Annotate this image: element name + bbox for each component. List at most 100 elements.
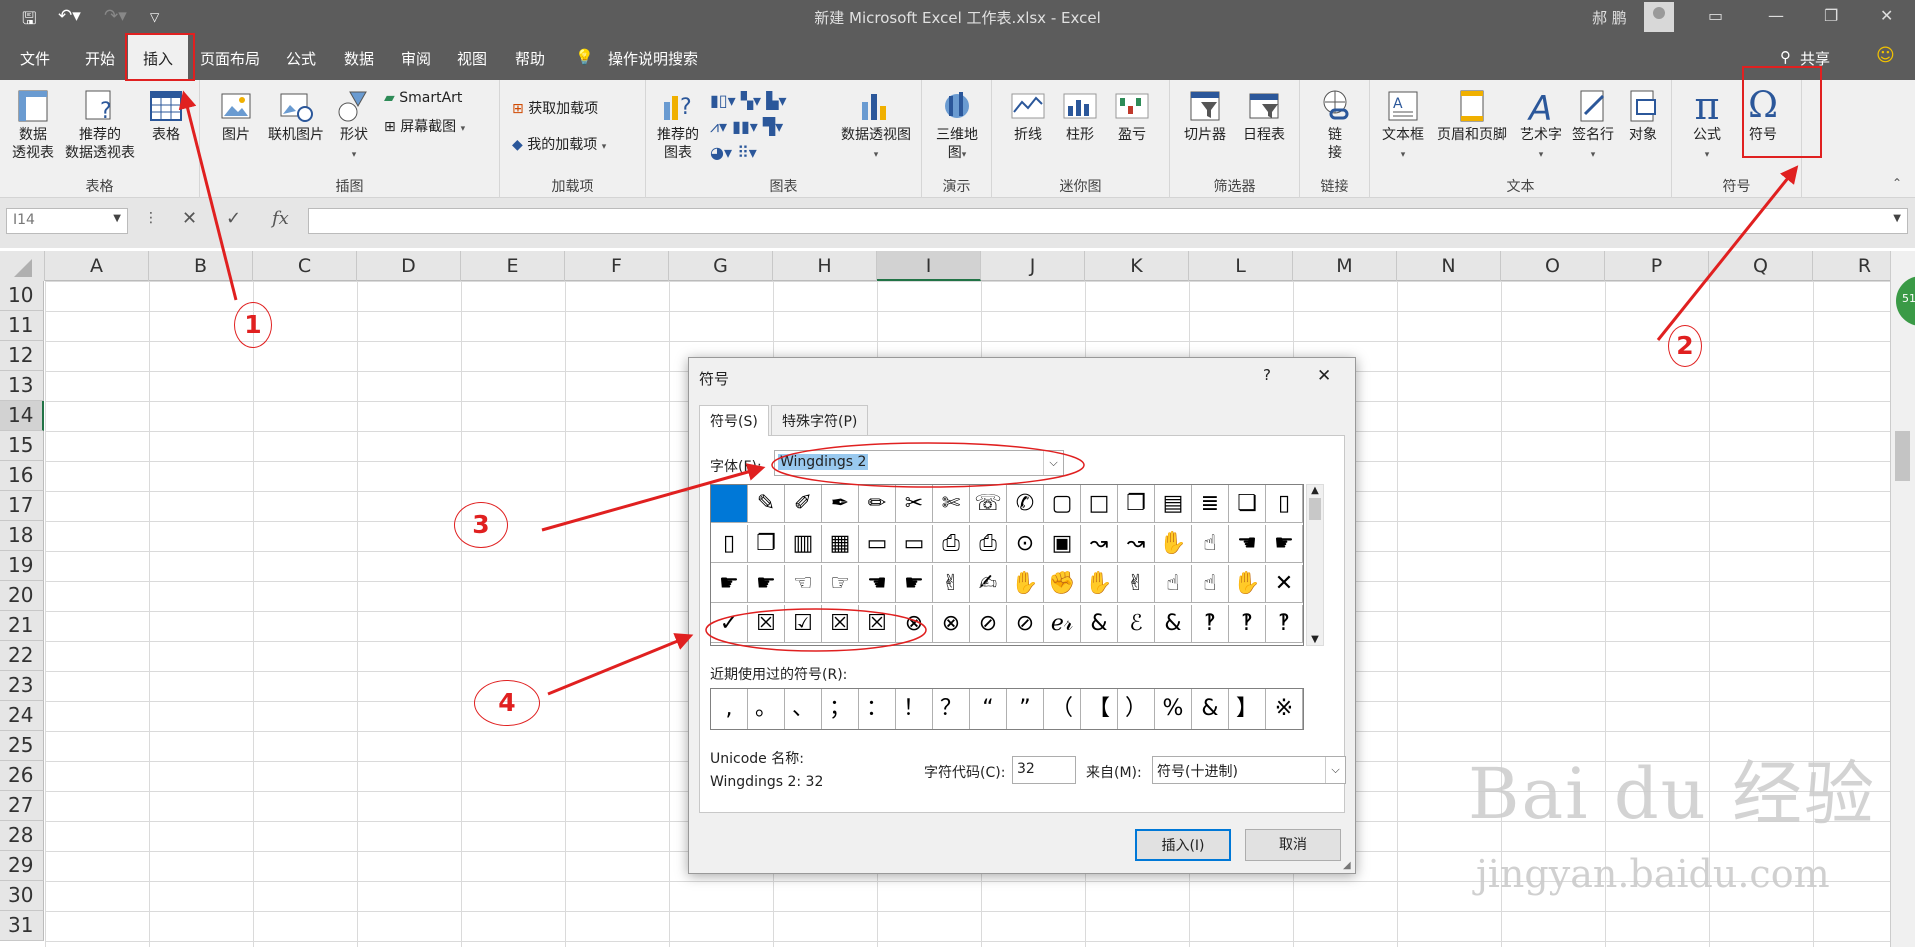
char-code-input[interactable]: 32 bbox=[1012, 756, 1076, 784]
get-addins-button[interactable]: ⊞ 获取加载项 bbox=[512, 98, 598, 118]
header-footer-button[interactable]: 页眉和页脚 bbox=[1430, 88, 1514, 144]
insert-function-icon[interactable]: fx bbox=[272, 208, 289, 229]
sparkline-winloss-button[interactable]: 盈亏 bbox=[1112, 88, 1152, 144]
symbol-cell[interactable]: ⎙ bbox=[933, 525, 970, 563]
symbol-cell[interactable]: ↝ bbox=[1118, 525, 1155, 563]
tab-symbols[interactable]: 符号(S) bbox=[699, 405, 769, 436]
row-header-20[interactable]: 20 bbox=[0, 581, 44, 611]
symbol-cell[interactable]: ▭ bbox=[896, 525, 933, 563]
column-header-O[interactable]: O bbox=[1501, 251, 1605, 281]
symbol-cell[interactable]: ☚ bbox=[859, 565, 896, 603]
slicer-button[interactable]: 切片器 bbox=[1180, 88, 1230, 144]
row-header-23[interactable]: 23 bbox=[0, 671, 44, 701]
tab-view[interactable]: 视图 bbox=[457, 48, 487, 69]
close-window-icon[interactable]: ✕ bbox=[1880, 6, 1893, 25]
scroll-thumb[interactable] bbox=[1895, 431, 1910, 481]
row-header-19[interactable]: 19 bbox=[0, 551, 44, 581]
symbol-cell[interactable]: ✎ bbox=[748, 485, 785, 523]
tab-help[interactable]: 帮助 bbox=[515, 48, 545, 69]
select-all-corner[interactable] bbox=[0, 251, 45, 281]
column-header-C[interactable]: C bbox=[253, 251, 357, 281]
symbol-cell[interactable]: ✋ bbox=[1229, 565, 1266, 603]
sparkline-line-button[interactable]: 折线 bbox=[1008, 88, 1048, 144]
restore-icon[interactable]: ❐ bbox=[1824, 6, 1838, 25]
tab-formulas[interactable]: 公式 bbox=[286, 48, 316, 69]
symbol-cell[interactable]: ⊘ bbox=[1007, 605, 1044, 643]
tab-file[interactable]: 文件 bbox=[20, 48, 50, 69]
symbol-cell[interactable]: ‽ bbox=[1229, 605, 1266, 643]
row-header-27[interactable]: 27 bbox=[0, 791, 44, 821]
symbol-cell[interactable]: ✌ bbox=[933, 565, 970, 603]
row-header-22[interactable]: 22 bbox=[0, 641, 44, 671]
pivot-chart-button[interactable]: 数据透视图 ▾ bbox=[836, 88, 916, 164]
symbol-cell[interactable]: ❏ bbox=[1229, 485, 1266, 523]
symbol-cell[interactable]: ☒ bbox=[748, 605, 785, 643]
symbol-cell[interactable]: ☛ bbox=[748, 565, 785, 603]
column-header-H[interactable]: H bbox=[773, 251, 877, 281]
name-box[interactable]: I14 ▼ bbox=[6, 208, 128, 234]
smartart-button[interactable]: ▰ SmartArt bbox=[384, 90, 462, 106]
symbol-cell[interactable]: ▯ bbox=[1266, 485, 1303, 523]
symbol-cell[interactable]: ❐ bbox=[748, 525, 785, 563]
column-header-P[interactable]: P bbox=[1605, 251, 1709, 281]
pivot-table-button[interactable]: 数据 透视表 bbox=[6, 88, 60, 162]
symbol-cell[interactable]: ✍ bbox=[970, 565, 1007, 603]
symbol-cell[interactable]: ▭ bbox=[859, 525, 896, 563]
symbol-cell[interactable]: ⎙ bbox=[970, 525, 1007, 563]
tell-me-search[interactable]: 操作说明搜索 bbox=[608, 48, 698, 69]
object-button[interactable]: 对象 bbox=[1622, 88, 1664, 144]
tab-review[interactable]: 审阅 bbox=[401, 48, 431, 69]
vertical-scrollbar[interactable] bbox=[1890, 251, 1915, 947]
shapes-button[interactable]: 形状 ▾ bbox=[332, 88, 376, 164]
column-header-E[interactable]: E bbox=[461, 251, 565, 281]
symbol-grid-scrollbar[interactable]: ▲ ▼ bbox=[1306, 484, 1324, 646]
column-header-L[interactable]: L bbox=[1189, 251, 1293, 281]
row-header-30[interactable]: 30 bbox=[0, 881, 44, 911]
row-header-21[interactable]: 21 bbox=[0, 611, 44, 641]
symbol-scroll-thumb[interactable] bbox=[1309, 498, 1321, 520]
recent-symbol-cell[interactable]: 。 bbox=[748, 689, 785, 729]
row-header-14[interactable]: 14 bbox=[0, 401, 44, 431]
row-header-10[interactable]: 10 bbox=[0, 281, 44, 311]
tab-data[interactable]: 数据 bbox=[344, 48, 374, 69]
cancel-entry-icon[interactable]: ✕ bbox=[182, 208, 197, 229]
symbol-cell[interactable]: ℯ𝓇 bbox=[1044, 605, 1081, 643]
symbol-cell[interactable]: ☏ bbox=[970, 485, 1007, 523]
column-header-M[interactable]: M bbox=[1293, 251, 1397, 281]
ribbon-display-icon[interactable]: ▭ bbox=[1708, 6, 1723, 25]
from-select[interactable]: 符号(十进制) ⌵ bbox=[1152, 756, 1346, 784]
enter-icon[interactable]: ✓ bbox=[226, 208, 241, 229]
my-addins-button[interactable]: ◆ 我的加载项 ▾ bbox=[512, 134, 606, 154]
recent-symbol-cell[interactable]: 、 bbox=[785, 689, 822, 729]
symbol-cell[interactable]: ✊ bbox=[1044, 565, 1081, 603]
symbol-cell[interactable]: ✋ bbox=[1007, 565, 1044, 603]
equation-button[interactable]: π 公式 ▾ bbox=[1684, 87, 1730, 164]
symbol-cell[interactable]: ☒ bbox=[859, 605, 896, 643]
symbol-cell[interactable]: ✓ bbox=[711, 605, 748, 643]
symbol-cell[interactable]: ☒ bbox=[822, 605, 859, 643]
online-picture-button[interactable]: 联机图片 bbox=[264, 88, 328, 144]
recent-symbol-cell[interactable]: （ bbox=[1044, 689, 1081, 729]
formula-input[interactable]: ▼ bbox=[308, 208, 1908, 234]
symbol-cell[interactable]: ✏ bbox=[859, 485, 896, 523]
recent-symbol-cell[interactable]: ※ bbox=[1266, 689, 1303, 729]
symbol-cell[interactable]: ✂ bbox=[896, 485, 933, 523]
symbol-cell[interactable]: ⊗ bbox=[933, 605, 970, 643]
recent-symbol-cell[interactable]: , bbox=[711, 689, 748, 729]
row-header-12[interactable]: 12 bbox=[0, 341, 44, 371]
symbol-cell[interactable]: □ bbox=[1081, 485, 1118, 523]
row-header-26[interactable]: 26 bbox=[0, 761, 44, 791]
font-select[interactable]: Wingdings 2 ⌵ bbox=[774, 450, 1064, 476]
cancel-button[interactable]: 取消 bbox=[1245, 829, 1341, 861]
timeline-button[interactable]: 日程表 bbox=[1236, 88, 1292, 144]
symbol-cell[interactable]: ✐ bbox=[785, 485, 822, 523]
column-header-F[interactable]: F bbox=[565, 251, 669, 281]
row-header-24[interactable]: 24 bbox=[0, 701, 44, 731]
recommended-pivot-button[interactable]: ? 推荐的 数据透视表 bbox=[60, 88, 140, 162]
column-header-K[interactable]: K bbox=[1085, 251, 1189, 281]
table-button[interactable]: 表格 bbox=[142, 88, 190, 144]
tab-home[interactable]: 开始 bbox=[85, 48, 115, 69]
recent-symbol-cell[interactable]: ” bbox=[1007, 689, 1044, 729]
symbol-cell[interactable]: ☞ bbox=[822, 565, 859, 603]
symbol-cell[interactable]: ✕ bbox=[1266, 565, 1303, 603]
